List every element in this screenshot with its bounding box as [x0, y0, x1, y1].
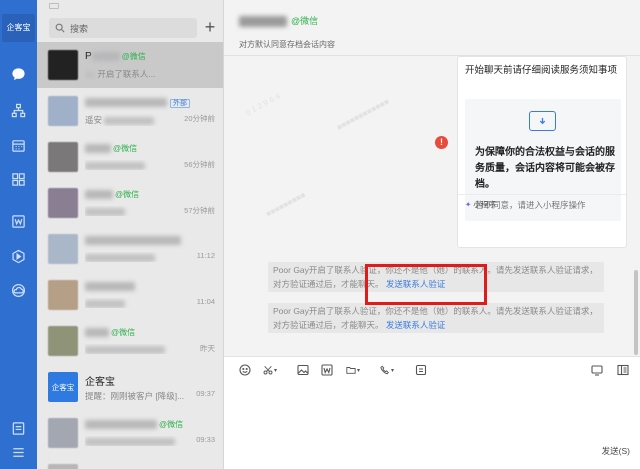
word-icon[interactable] — [320, 363, 334, 377]
send-button[interactable]: 发送(S) — [602, 445, 630, 457]
search-placeholder: 搜索 — [70, 23, 89, 34]
apps-icon[interactable] — [9, 170, 27, 188]
conversation-name: @微信 — [85, 327, 135, 338]
notes-icon[interactable] — [9, 419, 27, 437]
conversation-time: 09:37 — [196, 389, 215, 398]
conversation-preview — [85, 436, 210, 446]
avatar — [48, 188, 78, 218]
avatar — [48, 280, 78, 310]
conversation-time: 09:33 — [196, 435, 215, 444]
avatar — [48, 50, 78, 80]
archive-icon[interactable] — [414, 363, 428, 377]
compose-toolbar: ▾ ▾ ▾ — [224, 356, 640, 382]
card-notice: 为保障你的合法权益与会话的服务质量，会话内容将可能会被存档。 — [475, 147, 615, 190]
conversation-time: 56分钟前 — [184, 160, 215, 169]
chat-scrollbar[interactable] — [634, 270, 638, 355]
highlight-box — [365, 264, 487, 305]
chat-icon[interactable] — [9, 65, 27, 83]
mini-program-card[interactable]: 开始聊天前请仔细阅读服务须知事项 为保障你的合法权益与会话的服务质量，会话内容将… — [457, 56, 628, 248]
cloud-icon[interactable] — [9, 281, 27, 299]
message-input[interactable]: 发送(S) — [224, 382, 640, 469]
conversation-item[interactable]: P @微信 开启了联系人... — [37, 42, 223, 88]
watermark: ■■■■■■■■■■■■ — [335, 96, 391, 133]
card-body: 为保障你的合法权益与会话的服务质量，会话内容将可能会被存档。 若不同意，请进入小… — [465, 99, 621, 277]
conversation-name: 外部 — [85, 97, 190, 108]
conversation-name: 企客宝 — [85, 377, 115, 388]
list-topbar: 搜索 + — [37, 0, 223, 40]
conversation-item[interactable]: 11:12 — [37, 226, 223, 272]
conversation-preview: 提醒：刚刚被客户 [降级]... — [85, 391, 185, 401]
conversation-name: @微信 — [85, 419, 183, 430]
org-icon[interactable] — [9, 101, 27, 119]
avatar — [48, 142, 78, 172]
avatar — [48, 464, 78, 469]
conversation-list: 搜索 + P @微信 开启了联系人... 外部 遥安 20分钟前 @微信 56分钟… — [37, 0, 224, 469]
layout-icon[interactable] — [616, 363, 630, 377]
chat-title: @微信 — [239, 14, 318, 27]
scissors-icon[interactable]: ▾ — [263, 363, 277, 377]
mini-program-label: ✦ 小程序 — [458, 194, 628, 213]
image-icon[interactable] — [296, 363, 310, 377]
conversation-preview — [85, 252, 210, 262]
conversation-item[interactable]: 11:04 — [37, 272, 223, 318]
conversation-preview — [85, 344, 210, 354]
word-icon[interactable] — [9, 212, 27, 230]
conversation-preview — [85, 298, 210, 308]
app-logo[interactable]: 企客宝 — [2, 14, 35, 42]
phone-icon[interactable]: ▾ — [380, 363, 394, 377]
avatar — [48, 96, 78, 126]
folder-icon[interactable]: ▾ — [346, 363, 360, 377]
conversation-time: 昨天 — [200, 344, 215, 353]
conversation-time: 57分钟前 — [184, 206, 215, 215]
mini-program-icon: ✦ — [465, 200, 472, 209]
screen-icon[interactable] — [590, 363, 604, 377]
conversation-item[interactable]: 企客宝 企客宝 提醒：刚刚被客户 [降级]... 09:37 — [37, 364, 223, 410]
conversation-time: 20分钟前 — [184, 114, 215, 123]
add-button[interactable]: + — [202, 17, 218, 37]
conversation-item[interactable]: @微信 57分钟前 — [37, 180, 223, 226]
app-rail: 企客宝 — [0, 0, 37, 469]
conversation-time: 11:04 — [196, 297, 215, 306]
collapse-icon[interactable] — [49, 3, 59, 9]
conversation-name: P @微信 — [85, 51, 146, 62]
conversation-item[interactable]: @微信 09:33 — [37, 410, 223, 456]
watermark: 0 1 2 9 6 4 — [244, 91, 282, 118]
conversation-item[interactable] — [37, 456, 223, 469]
conversation-item[interactable]: @微信 昨天 — [37, 318, 223, 364]
conversation-time: 11:12 — [196, 251, 215, 260]
error-icon[interactable]: ! — [435, 136, 448, 149]
conversation-item[interactable]: 外部 遥安 20分钟前 — [37, 88, 223, 134]
avatar: 企客宝 — [48, 372, 78, 402]
conversation-preview: 开启了联系人... — [85, 68, 210, 80]
avatar — [48, 326, 78, 356]
chat-header: @微信 对方默认同意存档会话内容 — [224, 0, 640, 56]
calendar-icon[interactable] — [9, 136, 27, 154]
card-title: 开始聊天前请仔细阅读服务须知事项 — [465, 65, 618, 76]
avatar — [48, 418, 78, 448]
emoji-icon[interactable] — [238, 363, 252, 377]
chat-subtitle: 对方默认同意存档会话内容 — [239, 40, 335, 49]
conversation-name: @微信 — [85, 189, 139, 200]
search-box[interactable]: 搜索 — [49, 18, 197, 38]
conversation-name — [85, 281, 135, 292]
system-message: Poor Gay开启了联系人验证，你还不是他（她）的联系人。请先发送联系人验证请… — [268, 303, 604, 333]
avatar — [48, 234, 78, 264]
play-icon[interactable] — [9, 247, 27, 265]
send-verification-link[interactable]: 发送联系人验证 — [386, 320, 446, 330]
watermark: ■■■■■■■■■ — [264, 190, 308, 219]
conversation-name — [85, 235, 181, 246]
conversation-name: @微信 — [85, 143, 137, 154]
download-doc-icon — [529, 111, 556, 131]
search-icon — [55, 23, 65, 33]
external-tag: 外部 — [170, 99, 190, 108]
conversation-item[interactable]: @微信 56分钟前 — [37, 134, 223, 180]
menu-icon[interactable] — [9, 443, 27, 461]
